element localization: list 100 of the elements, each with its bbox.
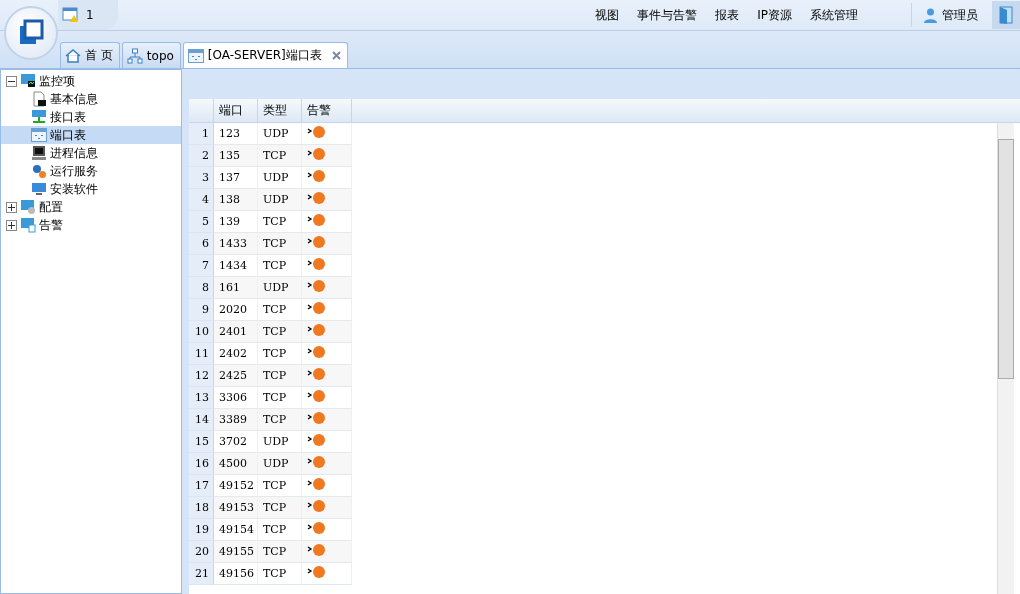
menu-item[interactable]: IP资源 bbox=[748, 6, 801, 24]
column-header[interactable]: 端口 bbox=[219, 102, 243, 119]
row-number: 16 bbox=[189, 453, 214, 475]
row-number: 14 bbox=[189, 409, 214, 431]
tree-item[interactable]: 进程信息 bbox=[1, 144, 181, 162]
table-cell: 4500 bbox=[214, 453, 258, 475]
row-number: 9 bbox=[189, 299, 214, 321]
table-cell: TCP bbox=[258, 321, 302, 343]
table-cell: 3702 bbox=[214, 431, 258, 453]
expand-icon[interactable] bbox=[6, 219, 17, 231]
table-cell: UDP bbox=[258, 277, 302, 299]
row-number: 7 bbox=[189, 255, 214, 277]
table-cell: TCP bbox=[258, 233, 302, 255]
tree-item[interactable]: 监控项 bbox=[1, 72, 181, 90]
table-cell: 49156 bbox=[214, 563, 258, 585]
table-cell: 161 bbox=[214, 277, 258, 299]
column-header[interactable]: 告警 bbox=[307, 102, 331, 119]
table-cell: TCP bbox=[258, 145, 302, 167]
table-cell: 2020 bbox=[214, 299, 258, 321]
table-cell: 139 bbox=[214, 211, 258, 233]
table-cell: 123 bbox=[214, 123, 258, 145]
table-cell: TCP bbox=[258, 255, 302, 277]
menu-item[interactable]: 视图 bbox=[586, 6, 629, 24]
door-icon bbox=[999, 6, 1013, 24]
row-number: 13 bbox=[189, 387, 214, 409]
row-number: 4 bbox=[189, 189, 214, 211]
home-icon bbox=[65, 47, 81, 64]
table-cell: 138 bbox=[214, 189, 258, 211]
tree-item[interactable]: 基本信息 bbox=[1, 90, 181, 108]
table-cell: 3389 bbox=[214, 409, 258, 431]
expand-icon[interactable] bbox=[6, 201, 17, 213]
row-number: 2 bbox=[189, 145, 214, 167]
menu-item[interactable]: 事件与告警 bbox=[628, 6, 707, 24]
monitor-icon bbox=[31, 181, 47, 197]
table-cell: UDP bbox=[258, 167, 302, 189]
row-number: 21 bbox=[189, 563, 214, 585]
row-number: 12 bbox=[189, 365, 214, 387]
row-number: 11 bbox=[189, 343, 214, 365]
gears-icon bbox=[31, 163, 47, 179]
user-icon bbox=[924, 7, 937, 23]
row-number: 18 bbox=[189, 497, 214, 519]
table-cell: TCP bbox=[258, 563, 302, 585]
table-cell: 2401 bbox=[214, 321, 258, 343]
table-cell: 135 bbox=[214, 145, 258, 167]
tree-item[interactable]: 运行服务 bbox=[1, 162, 181, 180]
menu-item[interactable]: 系统管理 bbox=[801, 6, 867, 24]
table-cell: 49155 bbox=[214, 541, 258, 563]
tree-item[interactable]: 端口表 bbox=[1, 126, 181, 144]
row-number: 3 bbox=[189, 167, 214, 189]
table-cell: TCP bbox=[258, 211, 302, 233]
table-cell: TCP bbox=[258, 519, 302, 541]
table-cell: TCP bbox=[258, 387, 302, 409]
network-icon bbox=[31, 109, 47, 125]
table-cell: TCP bbox=[258, 299, 302, 321]
row-number: 6 bbox=[189, 233, 214, 255]
notice-count: 1 bbox=[86, 8, 94, 22]
table-cell: UDP bbox=[258, 453, 302, 475]
tree-item[interactable]: 告警 bbox=[1, 216, 181, 234]
table-cell: 2402 bbox=[214, 343, 258, 365]
tree-item[interactable]: 接口表 bbox=[1, 108, 181, 126]
row-number: 10 bbox=[189, 321, 214, 343]
exit-button[interactable] bbox=[992, 1, 1020, 29]
table-cell: 49154 bbox=[214, 519, 258, 541]
monitor-list-icon bbox=[20, 217, 36, 233]
table-cell: UDP bbox=[258, 431, 302, 453]
monitor-gear-icon bbox=[20, 199, 36, 215]
table-cell: 49152 bbox=[214, 475, 258, 497]
row-number: 19 bbox=[189, 519, 214, 541]
collapse-icon[interactable] bbox=[6, 75, 17, 87]
row-number: 15 bbox=[189, 431, 214, 453]
table-cell: TCP bbox=[258, 365, 302, 387]
warning-window-icon bbox=[62, 7, 80, 23]
table-cell: 1433 bbox=[214, 233, 258, 255]
table-cell: TCP bbox=[258, 541, 302, 563]
scrollbar[interactable] bbox=[997, 123, 1014, 594]
row-number: 8 bbox=[189, 277, 214, 299]
table-cell: 3306 bbox=[214, 387, 258, 409]
table-cell: TCP bbox=[258, 475, 302, 497]
document-icon bbox=[31, 91, 47, 107]
table-cell: 1434 bbox=[214, 255, 258, 277]
row-number: 17 bbox=[189, 475, 214, 497]
table-cell: 49153 bbox=[214, 497, 258, 519]
row-number: 5 bbox=[189, 211, 214, 233]
tree-item[interactable]: 配置 bbox=[1, 198, 181, 216]
menu-item[interactable]: 报表 bbox=[706, 6, 749, 24]
close-icon[interactable] bbox=[331, 51, 341, 60]
user-menu[interactable]: 管理员 bbox=[911, 3, 990, 27]
tree-item[interactable]: 安装软件 bbox=[1, 180, 181, 198]
table-icon bbox=[187, 47, 204, 64]
tab[interactable]: [OA-SERVER]端口表 bbox=[182, 42, 348, 68]
column-header[interactable]: 类型 bbox=[263, 102, 287, 119]
table-cell: UDP bbox=[258, 189, 302, 211]
table-cell: 2425 bbox=[214, 365, 258, 387]
table-cell: TCP bbox=[258, 409, 302, 431]
table-cell: TCP bbox=[258, 497, 302, 519]
tab[interactable]: 首 页 bbox=[60, 42, 120, 68]
table-cell: UDP bbox=[258, 123, 302, 145]
table-cell: TCP bbox=[258, 343, 302, 365]
tab[interactable]: topo bbox=[121, 42, 181, 68]
row-number: 20 bbox=[189, 541, 214, 563]
